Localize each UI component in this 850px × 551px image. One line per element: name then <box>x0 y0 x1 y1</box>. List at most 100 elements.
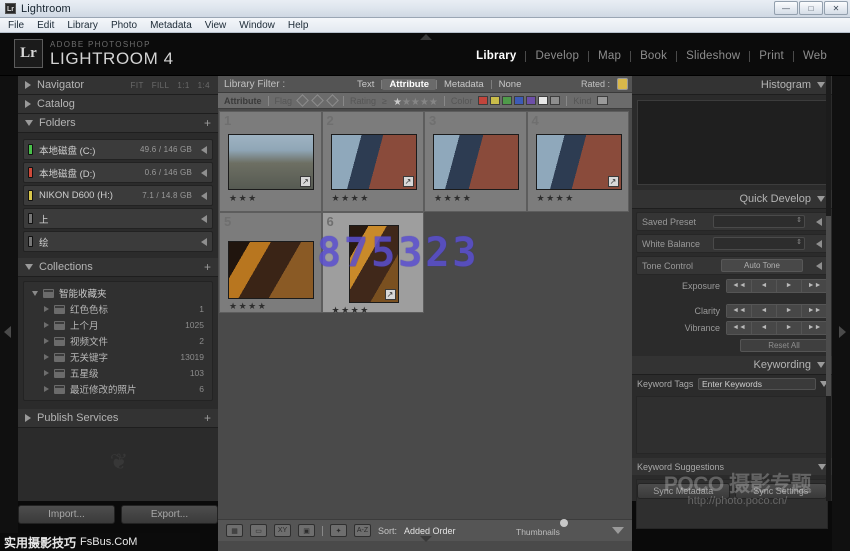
sync-metadata-button[interactable]: Sync Metadata <box>637 483 730 499</box>
white-balance-expand-icon[interactable] <box>816 240 822 248</box>
zoom-level-14[interactable]: 1:4 <box>198 81 210 90</box>
cell-rating[interactable]: ★★★★ <box>434 193 472 204</box>
module-map[interactable]: Map <box>589 50 630 62</box>
cell-rating[interactable]: ★★★★ <box>332 305 370 316</box>
catalog-header[interactable]: Catalog <box>18 95 218 114</box>
develop-badge-icon[interactable]: ↗ <box>385 289 396 300</box>
export-button[interactable]: Export... <box>121 505 218 524</box>
color-swatch-4[interactable] <box>514 96 524 105</box>
keyword-list-area[interactable] <box>636 396 828 454</box>
cell-rating[interactable]: ★★★ <box>229 193 258 204</box>
collection-item[interactable]: 无关键字13019 <box>24 349 212 365</box>
volume-expand-icon[interactable] <box>201 169 207 177</box>
nudge-vibrance-btn4[interactable]: ►► <box>802 322 827 334</box>
filter-star-2[interactable]: ★ <box>402 97 411 108</box>
sync-settings-button[interactable]: Sync Settings <box>735 483 828 499</box>
grid-cell[interactable]: 2↗★★★★ <box>322 111 425 212</box>
thumbnail-image[interactable]: ↗ <box>228 134 314 190</box>
publish-services-header[interactable]: Publish Services + <box>18 409 218 428</box>
zoom-level-fit[interactable]: FIT <box>131 81 144 90</box>
quick-develop-header[interactable]: Quick Develop <box>632 190 832 209</box>
filter-star-4[interactable]: ★ <box>420 97 429 108</box>
nudge-exposure-btn4[interactable]: ►► <box>802 280 827 292</box>
menu-edit[interactable]: Edit <box>37 20 54 31</box>
thumbnail-size-slider[interactable]: Thumbnails <box>516 522 598 540</box>
volume-expand-icon[interactable] <box>201 215 207 223</box>
develop-badge-icon[interactable]: ↗ <box>608 176 619 187</box>
keyword-tags-input[interactable]: Enter Keywords <box>698 378 816 390</box>
color-swatch-2[interactable] <box>490 96 500 105</box>
volume-expand-icon[interactable] <box>201 192 207 200</box>
saved-preset-select[interactable]: ⇕ <box>713 215 805 228</box>
add-collection-icon[interactable]: + <box>204 261 211 273</box>
menu-photo[interactable]: Photo <box>111 20 137 31</box>
cell-rating[interactable]: ★★★★ <box>229 301 267 312</box>
module-print[interactable]: Print <box>750 50 793 62</box>
thumbnail-grid[interactable]: 6↗★★★★5★★★★4↗★★★★3★★★★2↗★★★★1↗★★★ 875323 <box>218 110 632 551</box>
add-publish-service-icon[interactable]: + <box>204 412 211 424</box>
color-swatch-1[interactable] <box>478 96 488 105</box>
left-panel-collapse-icon[interactable] <box>4 326 11 338</box>
folder-volume-row[interactable]: 本地磁盘 (C:)49.6 / 146 GB <box>23 139 213 160</box>
cell-rating[interactable]: ★★★★ <box>332 193 370 204</box>
slider-knob[interactable] <box>560 519 568 527</box>
navigator-header[interactable]: Navigator FITFILL1:11:4 <box>18 76 218 95</box>
navigator-zoom-levels[interactable]: FITFILL1:11:4 <box>131 81 210 90</box>
folder-volume-row[interactable]: 本地磁盘 (D:)0.6 / 146 GB <box>23 162 213 183</box>
flag-pick-icon[interactable] <box>296 94 309 107</box>
maximize-button[interactable]: □ <box>799 1 823 15</box>
right-panel-scrollbar[interactable] <box>826 76 831 501</box>
left-panel-edge[interactable] <box>0 76 18 551</box>
nudge-clarity-btn4[interactable]: ►► <box>802 305 827 317</box>
right-panel-edge[interactable] <box>832 76 850 551</box>
filter-tab-none[interactable]: None <box>492 79 529 90</box>
reset-all-button[interactable]: Reset All <box>740 339 828 352</box>
top-panel-toggle[interactable] <box>420 34 432 40</box>
rating-operator[interactable]: ≥ <box>382 96 387 106</box>
toolbar-options-icon[interactable] <box>612 527 624 534</box>
nudge-clarity-btn1[interactable]: ◄◄ <box>727 305 752 317</box>
color-swatches[interactable] <box>478 96 560 105</box>
right-panel-collapse-icon[interactable] <box>839 326 846 338</box>
keyword-suggestions-header[interactable]: Keyword Suggestions <box>632 458 832 475</box>
grid-cell[interactable]: 4↗★★★★ <box>527 111 630 212</box>
lock-icon[interactable] <box>617 78 628 90</box>
nudge-clarity-btn3[interactable]: ► <box>777 305 802 317</box>
scrollbar-thumb[interactable] <box>826 216 831 396</box>
module-book[interactable]: Book <box>631 50 676 62</box>
loupe-view-icon[interactable]: ▭ <box>250 524 267 537</box>
painter-spray-can-icon[interactable]: ✦ <box>330 524 347 537</box>
white-balance-select[interactable]: ⇕ <box>713 237 805 250</box>
grid-cell[interactable]: 3★★★★ <box>424 111 527 212</box>
module-web[interactable]: Web <box>794 50 836 62</box>
sort-direction-icon[interactable]: A-Z <box>354 524 371 537</box>
collection-item[interactable]: 上个月1025 <box>24 317 212 333</box>
rating-stars[interactable]: ★★★★★ <box>393 92 438 110</box>
minimize-button[interactable]: — <box>774 1 798 15</box>
chevron-down-icon[interactable] <box>818 464 826 470</box>
nudge-vibrance-btn2[interactable]: ◄ <box>752 322 777 334</box>
kind-photo-icon[interactable] <box>597 96 608 105</box>
nudge-exposure-btn3[interactable]: ► <box>777 280 802 292</box>
module-develop[interactable]: Develop <box>526 50 588 62</box>
menu-library[interactable]: Library <box>67 20 98 31</box>
filter-tab-attribute[interactable]: Attribute <box>382 79 436 90</box>
collection-item[interactable]: 红色色标1 <box>24 301 212 317</box>
grid-cell[interactable]: 5★★★★ <box>219 212 322 313</box>
menu-view[interactable]: View <box>205 20 227 31</box>
grid-cell[interactable]: 1↗★★★ <box>219 111 322 212</box>
zoom-level-fill[interactable]: FILL <box>152 81 170 90</box>
thumbnail-image[interactable] <box>433 134 519 190</box>
filter-tab-text[interactable]: Text <box>350 79 381 90</box>
menu-help[interactable]: Help <box>288 20 309 31</box>
volume-expand-icon[interactable] <box>201 238 207 246</box>
menu-window[interactable]: Window <box>239 20 275 31</box>
filter-tab-metadata[interactable]: Metadata <box>437 79 491 90</box>
color-swatch-6[interactable] <box>538 96 548 105</box>
collection-item[interactable]: 视频文件2 <box>24 333 212 349</box>
volume-expand-icon[interactable] <box>201 146 207 154</box>
saved-preset-expand-icon[interactable] <box>816 218 822 226</box>
saved-preset-row[interactable]: Saved Preset ⇕ <box>636 212 828 231</box>
grid-view-icon[interactable]: ▦ <box>226 524 243 537</box>
flag-unflagged-icon[interactable] <box>311 94 324 107</box>
